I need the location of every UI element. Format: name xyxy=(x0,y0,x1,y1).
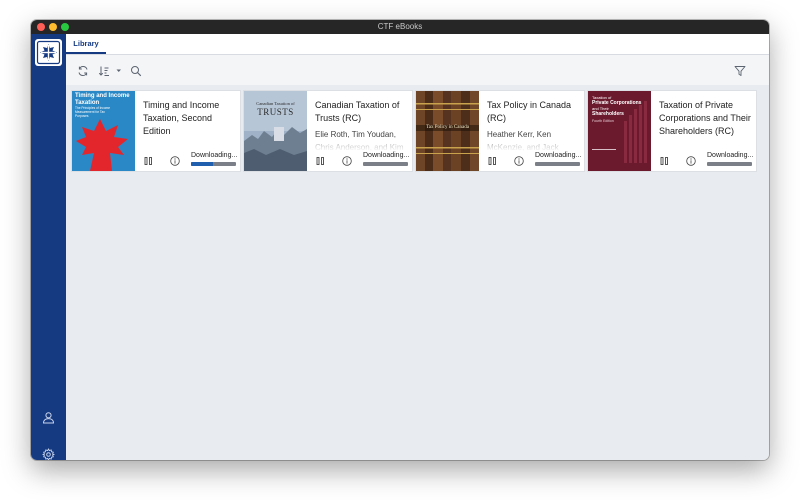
download-progress-bar xyxy=(363,162,408,166)
book-title: Canadian Taxation of Trusts (RC) xyxy=(315,100,400,123)
download-progress-bar xyxy=(191,162,236,166)
search-icon[interactable] xyxy=(130,64,142,77)
info-icon[interactable] xyxy=(170,153,180,166)
book-title: Timing and Income Taxation, Second Editi… xyxy=(143,100,220,136)
cover-edition: Fourth Edition xyxy=(592,119,614,123)
sort-icon[interactable] xyxy=(98,64,110,76)
minimize-window-button[interactable] xyxy=(49,23,57,31)
sort-dropdown-caret-icon[interactable] xyxy=(115,64,123,76)
book-title: Tax Policy in Canada (RC) xyxy=(487,100,572,123)
download-progress-bar xyxy=(535,162,580,166)
cover-title-top: Canadian Taxation of xyxy=(256,101,295,106)
book-card[interactable]: Tax Policy in Canada Tax Policy in Canad… xyxy=(416,91,584,171)
window-controls xyxy=(37,23,69,31)
tab-library[interactable]: Library xyxy=(66,34,106,54)
toolbar xyxy=(66,55,769,85)
book-title: Taxation of Private Corporations and The… xyxy=(659,100,751,136)
info-icon[interactable] xyxy=(686,153,696,166)
filter-icon[interactable] xyxy=(734,64,746,76)
refresh-icon[interactable] xyxy=(77,64,89,77)
cover-title: Timing and Income Taxation xyxy=(75,93,130,106)
book-cover[interactable]: Timing and Income Taxation The Principle… xyxy=(72,91,135,171)
book-card[interactable]: Canadian Taxation of TRUSTS Canadian Tax… xyxy=(244,91,412,171)
tab-bar: Library xyxy=(66,34,769,55)
ctf-logo[interactable] xyxy=(35,39,62,66)
user-icon[interactable] xyxy=(42,411,55,424)
cover-title-big: TRUSTS xyxy=(257,107,294,117)
book-card[interactable]: Timing and Income Taxation The Principle… xyxy=(72,91,240,171)
close-window-button[interactable] xyxy=(37,23,45,31)
download-status: Downloading... xyxy=(363,152,410,159)
download-status: Downloading... xyxy=(191,152,238,159)
book-cover[interactable]: Tax Policy in Canada xyxy=(416,91,479,171)
info-icon[interactable] xyxy=(514,153,524,166)
book-cover[interactable]: Canadian Taxation of TRUSTS xyxy=(244,91,307,171)
book-card[interactable]: Taxation of Private Corporations and The… xyxy=(588,91,756,171)
book-cover[interactable]: Taxation of Private Corporations and The… xyxy=(588,91,651,171)
pause-download-button[interactable] xyxy=(488,153,497,165)
title-bar: CTF eBooks xyxy=(31,20,769,34)
main-area: Library Timing and Income Taxation The P… xyxy=(66,34,769,460)
download-status: Downloading... xyxy=(707,152,754,159)
app-window: CTF eBooks Library Timing and Income Tax… xyxy=(31,20,769,460)
download-status: Downloading... xyxy=(535,152,582,159)
cover-subtitle: The Principles of Income Measurement for… xyxy=(75,106,111,118)
sidebar xyxy=(31,34,66,460)
pause-download-button[interactable] xyxy=(316,153,325,165)
cover-title-line3: Shareholders xyxy=(592,111,624,117)
download-progress-bar xyxy=(707,162,752,166)
zoom-window-button[interactable] xyxy=(61,23,69,31)
cover-title: Tax Policy in Canada xyxy=(416,125,479,131)
window-title: CTF eBooks xyxy=(377,22,423,31)
pause-download-button[interactable] xyxy=(144,153,153,165)
download-progress-fill xyxy=(191,162,213,166)
pause-download-button[interactable] xyxy=(660,153,669,165)
gear-icon[interactable] xyxy=(41,448,56,460)
info-icon[interactable] xyxy=(342,153,352,166)
